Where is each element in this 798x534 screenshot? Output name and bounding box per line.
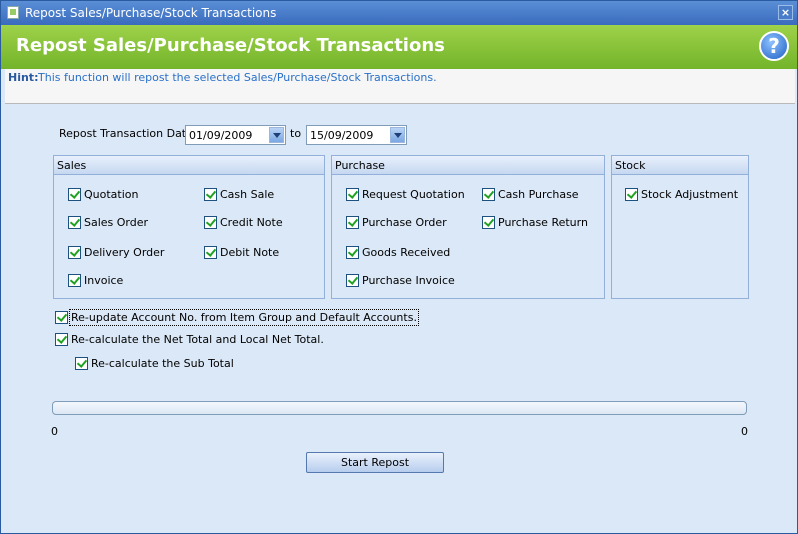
- sales-group: Sales Quotation Cash Sale Sales Order Cr…: [53, 155, 325, 299]
- page-title: Repost Sales/Purchase/Stock Transactions: [16, 35, 445, 56]
- checkbox-icon[interactable]: [55, 333, 68, 346]
- checkbox-icon[interactable]: [68, 274, 81, 287]
- checkbox-icon[interactable]: [346, 246, 359, 259]
- purchase-group-title: Purchase: [335, 159, 385, 172]
- sales-group-title: Sales: [57, 159, 87, 172]
- checkbox-icon[interactable]: [204, 188, 217, 201]
- chevron-down-icon[interactable]: [269, 127, 284, 143]
- start-repost-button[interactable]: Start Repost: [306, 452, 444, 473]
- hint-panel: Hint: This function will repost the sele…: [5, 69, 795, 104]
- checkbox-label: Purchase Return: [498, 216, 588, 229]
- checkbox-label: Purchase Order: [362, 216, 447, 229]
- hint-text: This function will repost the selected S…: [38, 71, 437, 84]
- purchase-group: Purchase Request Quotation Cash Purchase…: [331, 155, 605, 299]
- progress-max-label: 0: [741, 425, 748, 438]
- header-banner: Repost Sales/Purchase/Stock Transactions…: [1, 25, 797, 69]
- checkbox-label: Sales Order: [84, 216, 149, 229]
- checkbox-label: Debit Note: [220, 246, 280, 259]
- checkbox-icon[interactable]: [346, 216, 359, 229]
- stock-group-header: Stock: [612, 156, 748, 175]
- checkbox-icon[interactable]: [204, 216, 217, 229]
- title-bar: Repost Sales/Purchase/Stock Transactions…: [1, 1, 797, 25]
- checkbox-icon[interactable]: [346, 188, 359, 201]
- checkbox-label: Quotation: [84, 188, 139, 201]
- checkbox-icon[interactable]: [482, 188, 495, 201]
- app-icon: [7, 6, 19, 19]
- checkbox-label: Invoice: [84, 274, 124, 287]
- stock-group: Stock Stock Adjustment: [611, 155, 749, 299]
- checkbox-icon[interactable]: [482, 216, 495, 229]
- date-to-value: 15/09/2009: [310, 129, 374, 142]
- checkbox-label: Goods Received: [362, 246, 451, 259]
- date-to-label: to: [290, 127, 302, 140]
- chevron-down-icon[interactable]: [390, 127, 405, 143]
- checkbox-icon[interactable]: [68, 216, 81, 229]
- help-icon[interactable]: ?: [759, 31, 789, 61]
- checkbox-label: Stock Adjustment: [641, 188, 739, 201]
- checkbox-label: Re-calculate the Sub Total: [91, 357, 234, 370]
- checkbox-icon[interactable]: [68, 188, 81, 201]
- checkbox-label: Delivery Order: [84, 246, 165, 259]
- checkbox-label: Request Quotation: [362, 188, 465, 201]
- checkbox-label: Cash Sale: [220, 188, 275, 201]
- date-range-label: Repost Transaction Date: [59, 127, 193, 140]
- checkbox-icon[interactable]: [346, 274, 359, 287]
- checkbox-label: Credit Note: [220, 216, 283, 229]
- purchase-group-header: Purchase: [332, 156, 604, 175]
- progress-bar: [52, 401, 747, 415]
- checkbox-label: Re-update Account No. from Item Group an…: [69, 309, 419, 326]
- date-from-field[interactable]: 01/09/2009: [185, 125, 286, 145]
- close-icon[interactable]: ×: [778, 5, 793, 20]
- checkbox-icon[interactable]: [625, 188, 638, 201]
- checkbox-icon[interactable]: [204, 246, 217, 259]
- checkbox-icon[interactable]: [75, 357, 88, 370]
- window-title: Repost Sales/Purchase/Stock Transactions: [25, 6, 277, 20]
- date-from-value: 01/09/2009: [189, 129, 253, 142]
- stock-group-title: Stock: [615, 159, 646, 172]
- checkbox-icon[interactable]: [55, 311, 68, 324]
- date-to-field[interactable]: 15/09/2009: [306, 125, 407, 145]
- checkbox-label: Cash Purchase: [498, 188, 579, 201]
- hint-label: Hint:: [8, 71, 39, 84]
- progress-min-label: 0: [51, 425, 58, 438]
- checkbox-label: Purchase Invoice: [362, 274, 455, 287]
- checkbox-icon[interactable]: [68, 246, 81, 259]
- checkbox-label: Re-calculate the Net Total and Local Net…: [71, 333, 324, 346]
- repost-window: Repost Sales/Purchase/Stock Transactions…: [0, 0, 798, 534]
- sales-group-header: Sales: [54, 156, 324, 175]
